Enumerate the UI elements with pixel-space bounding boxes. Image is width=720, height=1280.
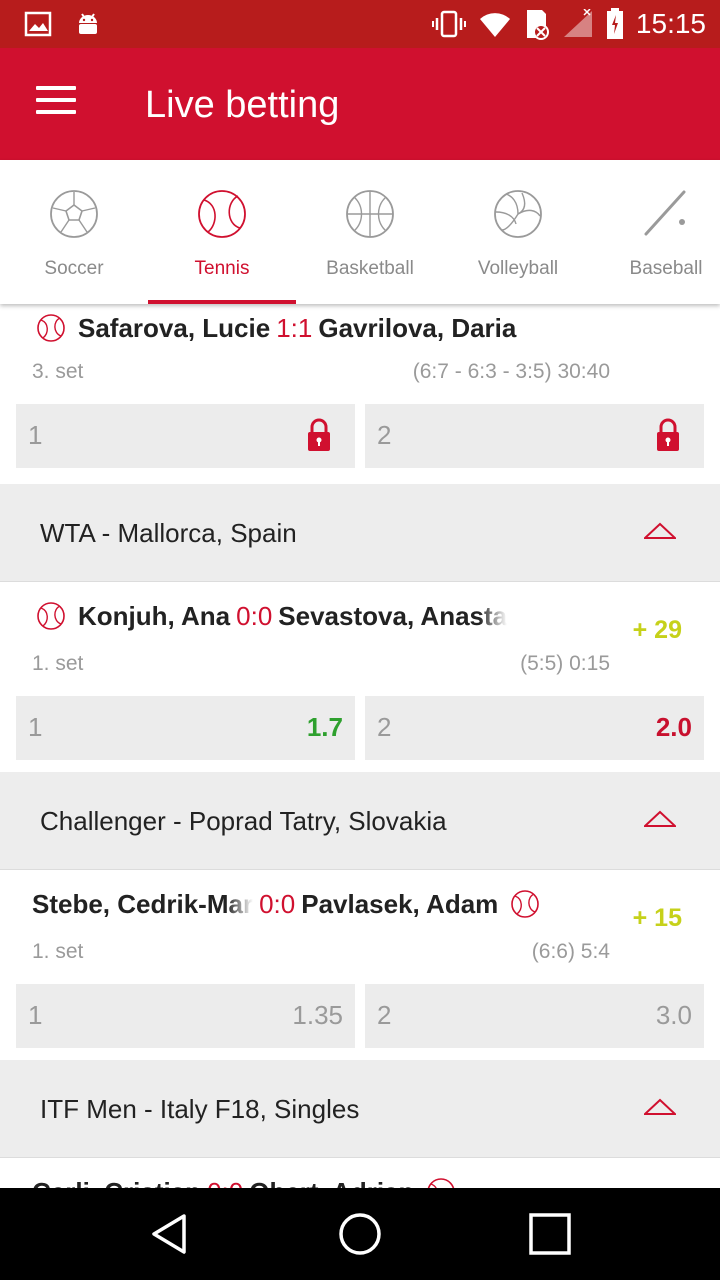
odd-value: 1.35: [292, 1000, 343, 1030]
battery-icon: [606, 8, 623, 39]
chevron-up-icon[interactable]: [644, 522, 676, 540]
image-icon: [24, 11, 52, 37]
android-icon: [79, 13, 97, 34]
sport-tabs: Soccer Tennis Basketball Volleyball Base…: [0, 160, 720, 304]
tennis-ball-icon: [37, 314, 65, 342]
player-2: Gavrilova, Daria: [318, 312, 517, 343]
chevron-up-icon[interactable]: [644, 810, 676, 828]
match-list: Safarova, Lucie 1:1 Gavrilova, Daria 3. …: [0, 304, 720, 1188]
tab-label: Tennis: [194, 258, 250, 279]
league-title: Challenger - Poprad Tatry, Slovakia: [40, 806, 447, 836]
player-2: Pavlasek, Adam: [301, 888, 499, 919]
active-tab-indicator: [148, 300, 296, 304]
status-bar: 15:15: [0, 0, 720, 48]
soccer-ball-icon: [50, 190, 98, 238]
odd-label: 1: [28, 1000, 43, 1030]
tennis-ball-icon: [428, 1178, 455, 1188]
recents-icon[interactable]: [526, 1210, 574, 1258]
lock-icon: [308, 418, 330, 451]
player-2: Sevastova, Anasta: [278, 600, 508, 631]
tab-volleyball[interactable]: Volleyball: [444, 160, 592, 304]
tab-basketball[interactable]: Basketball: [296, 160, 444, 304]
match-score: 0:0: [236, 600, 273, 631]
odd-button-2[interactable]: 2: [365, 404, 704, 468]
sd-card-icon: [526, 10, 549, 40]
wifi-icon: [479, 13, 510, 37]
page-title: Live betting: [145, 84, 340, 126]
league-title: ITF Men - Italy F18, Singles: [40, 1094, 360, 1124]
tab-label: Volleyball: [477, 258, 559, 279]
set-label: 3. set: [32, 360, 84, 383]
match-score: 1:1: [276, 312, 313, 343]
odd-button-2[interactable]: 2 3.0: [365, 984, 704, 1048]
tennis-ball-icon: [198, 190, 246, 238]
set-detail: (6:6) 5:4: [531, 940, 610, 963]
odd-label: 2: [377, 420, 392, 450]
tab-label: Soccer: [44, 258, 104, 279]
odd-value: 1.7: [306, 712, 343, 742]
system-nav-bar: [0, 1188, 720, 1280]
baseball-bat-icon: [644, 190, 686, 236]
odd-label: 2: [377, 1000, 392, 1030]
app-bar: Live betting: [0, 48, 720, 160]
tab-soccer[interactable]: Soccer: [0, 160, 148, 304]
tab-label: Basketball: [326, 258, 414, 279]
set-label: 1. set: [32, 652, 84, 675]
odd-button-2[interactable]: 2 2.0: [365, 696, 704, 760]
hamburger-menu-icon[interactable]: [36, 86, 76, 120]
tennis-ball-icon: [511, 890, 540, 918]
odd-label: 2: [377, 712, 392, 742]
league-title: WTA - Mallorca, Spain: [40, 518, 297, 548]
lock-icon: [657, 418, 679, 451]
odd-label: 1: [28, 420, 43, 450]
basketball-icon: [346, 190, 394, 238]
odd-button-1[interactable]: 1 1.7: [16, 696, 355, 760]
odd-button-1[interactable]: 1: [16, 404, 355, 468]
match-card[interactable]: Safarova, Lucie 1:1 Gavrilova, Daria 3. …: [0, 304, 720, 484]
set-label: 1. set: [32, 940, 84, 963]
tennis-ball-icon: [37, 602, 65, 630]
match-card[interactable]: Stebe, Cedrik-Mar 0:0 Pavlasek, Adam + 1…: [0, 870, 720, 1060]
match-card[interactable]: Konjuh, Ana 0:0 Sevastova, Anasta + 29 1…: [0, 582, 720, 772]
league-header[interactable]: Challenger - Poprad Tatry, Slovakia: [0, 772, 720, 870]
player-1: Cerli, Cristian: [32, 1177, 201, 1189]
player-2: Obert, Adrian: [249, 1177, 414, 1189]
tab-label: Baseball: [629, 258, 703, 279]
league-header[interactable]: WTA - Mallorca, Spain: [0, 484, 720, 582]
clock: 15:15: [635, 8, 706, 39]
home-icon[interactable]: [336, 1210, 384, 1258]
odd-value: 3.0: [655, 1000, 692, 1030]
league-header[interactable]: ITF Men - Italy F18, Singles: [0, 1060, 720, 1158]
player-1: Stebe, Cedrik-Mar: [32, 888, 254, 919]
vibrate-icon: [431, 10, 466, 38]
set-detail: (5:5) 0:15: [520, 652, 610, 675]
match-score: 0:0: [259, 888, 296, 919]
odd-label: 1: [28, 712, 43, 742]
player-1: Safarova, Lucie: [78, 312, 271, 343]
match-card[interactable]: Cerli, Cristian 0:0 Obert, Adrian: [0, 1158, 720, 1188]
tab-baseball[interactable]: Baseball: [592, 160, 720, 304]
chevron-up-icon[interactable]: [644, 1098, 676, 1116]
tab-tennis[interactable]: Tennis: [148, 160, 296, 304]
odd-value: 2.0: [655, 712, 692, 742]
match-score: 0:0: [207, 1177, 243, 1189]
player-1: Konjuh, Ana: [78, 600, 231, 631]
back-icon[interactable]: [146, 1210, 194, 1258]
odd-button-1[interactable]: 1 1.35: [16, 984, 355, 1048]
set-detail: (6:7 - 6:3 - 3:5) 30:40: [412, 360, 610, 383]
odds-count-badge[interactable]: + 15: [633, 904, 682, 933]
signal-icon: [563, 9, 592, 37]
volleyball-icon: [494, 190, 542, 238]
odds-count-badge[interactable]: + 29: [633, 616, 682, 645]
